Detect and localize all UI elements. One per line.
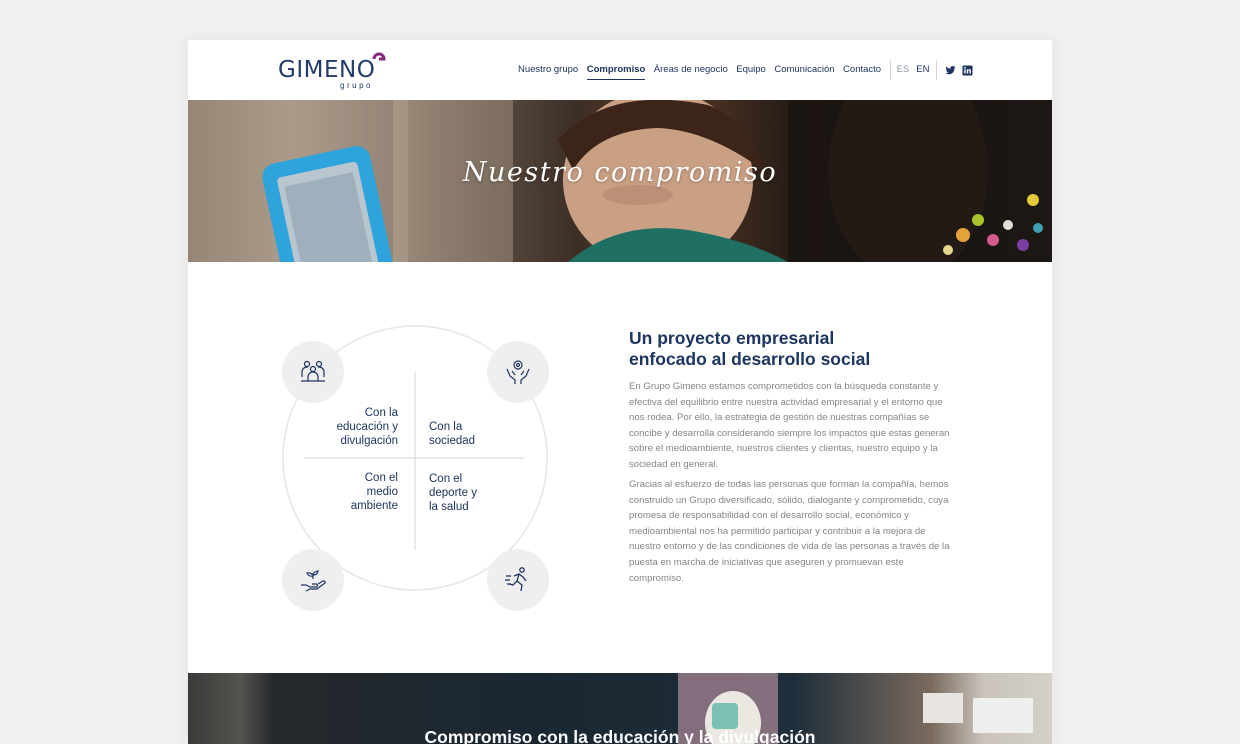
quadrant-education-label: Con la educación y divulgación — [336, 407, 398, 447]
commitment-diagram: Con la educación y divulgación Con la so… — [278, 322, 558, 611]
education-section-title: Compromiso con la educación y la divulga… — [424, 727, 816, 744]
gimeno-logo[interactable]: GIMENO grupo — [278, 52, 398, 92]
hero-title: Nuestro compromiso — [462, 157, 778, 188]
heading-line-2: enfocado al desarrollo social — [629, 349, 871, 369]
nav-divider — [889, 60, 891, 80]
section-heading: Un proyecto empresarial enfocado al desa… — [629, 328, 929, 370]
twitter-icon[interactable] — [945, 63, 957, 75]
people-group-icon — [301, 360, 325, 382]
nav-compromiso[interactable]: Compromiso — [586, 64, 646, 80]
society-bubble[interactable] — [487, 341, 549, 403]
nav-nuestro-grupo[interactable]: Nuestro grupo — [518, 64, 578, 79]
quadrant-environment-label: Con el medio ambiente — [350, 472, 398, 512]
sport-bubble[interactable] — [487, 549, 549, 611]
education-section-banner: Compromiso con la educación y la divulga… — [188, 673, 1052, 744]
heading-line-1: Un proyecto empresarial — [629, 328, 835, 348]
quadrant-sport-label: Con el deporte y la salud — [429, 473, 477, 513]
lang-es[interactable]: ES — [897, 64, 910, 75]
hand-plant-icon — [301, 570, 326, 592]
environment-bubble[interactable] — [282, 549, 344, 611]
hero-banner: Nuestro compromiso — [188, 100, 1052, 262]
logo-mark-icon — [372, 52, 386, 61]
lang-en[interactable]: EN — [916, 64, 929, 75]
logo-subtitle: grupo — [340, 81, 373, 90]
nav-divider — [936, 60, 938, 80]
education-bubble[interactable] — [282, 341, 344, 403]
logo-wordmark: GIMENO — [278, 57, 376, 83]
main-nav: Nuestro grupo Compromiso Áreas de negoci… — [518, 60, 974, 84]
paragraph-2: Gracias al esfuerzo de todas las persona… — [629, 479, 950, 584]
quadrant-society-label: Con la sociedad — [429, 421, 476, 447]
hands-heart-icon — [506, 360, 530, 384]
linkedin-icon[interactable] — [962, 63, 974, 76]
runner-icon — [505, 567, 527, 592]
nav-equipo[interactable]: Equipo — [736, 64, 766, 79]
paragraph-1: En Grupo Gimeno estamos comprometidos co… — [629, 381, 950, 470]
nav-contacto[interactable]: Contacto — [843, 64, 881, 79]
nav-comunicacion[interactable]: Comunicación — [774, 64, 834, 79]
social-links — [945, 63, 974, 76]
site-header: GIMENO grupo Nuestro grupo Compromiso Ár… — [188, 40, 1052, 100]
page: GIMENO grupo Nuestro grupo Compromiso Ár… — [188, 40, 1052, 744]
nav-areas-de-negocio[interactable]: Áreas de negocio — [654, 64, 728, 79]
